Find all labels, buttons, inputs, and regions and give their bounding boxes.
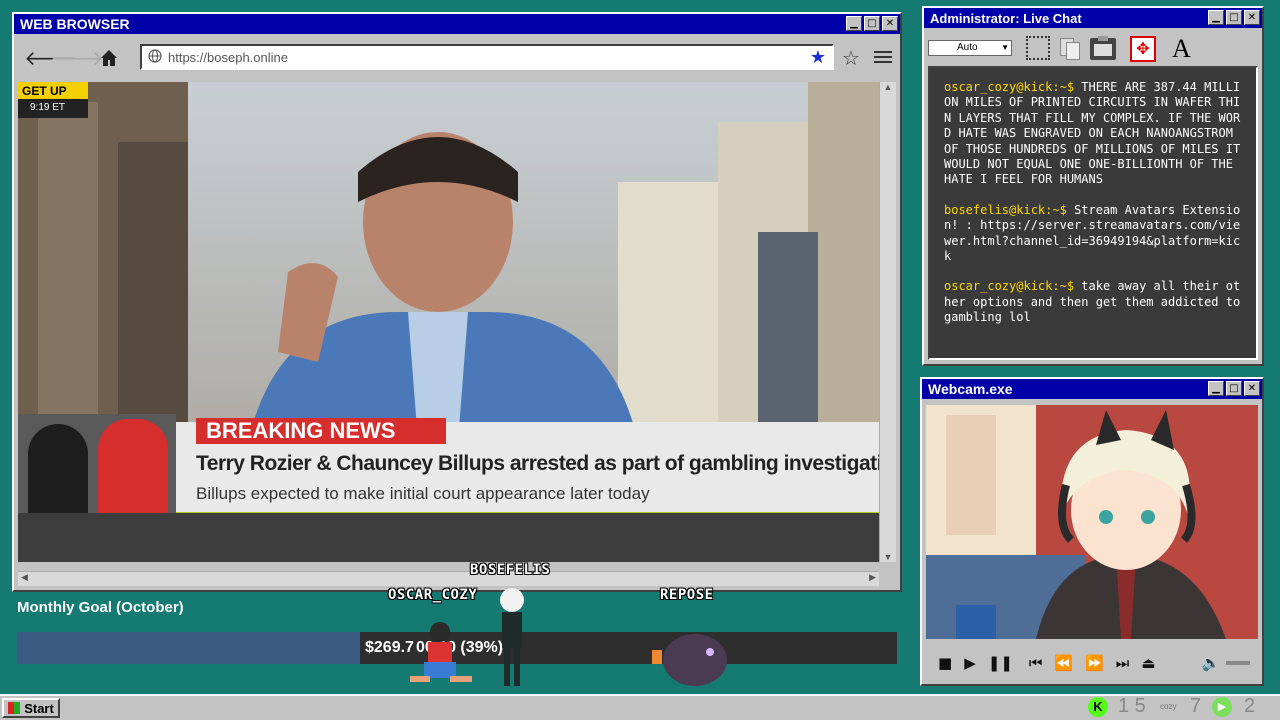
- avatar-sprite: [650, 622, 740, 692]
- viewer-count: 1 5: [1118, 695, 1146, 717]
- goal-fill: [17, 632, 361, 664]
- chat-title: Administrator: Live Chat: [930, 10, 1082, 26]
- chat-titlebar[interactable]: Administrator: Live Chat ▁ □ ✕: [924, 8, 1262, 28]
- forward-arrow-icon[interactable]: 🡒: [50, 45, 104, 71]
- show-tag: GET UP 9:19 ET: [18, 82, 88, 118]
- webcam-feed: [926, 405, 1258, 639]
- breaking-news-label: BREAKING NEWS: [206, 418, 396, 443]
- video-control-strip: [18, 513, 879, 562]
- webcam-title: Webcam.exe: [928, 381, 1013, 397]
- chat-username: oscar_cozy@kick:~$: [944, 80, 1075, 94]
- start-button[interactable]: Start: [2, 698, 60, 718]
- avatar-sprite: [492, 584, 532, 690]
- font-icon[interactable]: A: [1172, 34, 1191, 64]
- avatar-sprite: [400, 614, 480, 690]
- browser-window: WEB BROWSER ▁ □ ✕ 🡐 🡒 https://boseph.onl…: [12, 12, 902, 592]
- show-tag-label: GET UP: [22, 84, 67, 98]
- horizontal-scrollbar[interactable]: ◀ ▶: [18, 571, 879, 586]
- chat-username: bosefelis@kick:~$: [944, 202, 1067, 217]
- browser-toolbar: 🡐 🡒 https://boseph.online ★ ☆: [18, 40, 896, 76]
- url-text: https://boseph.online: [168, 49, 288, 65]
- kick-icon: K: [1088, 697, 1108, 717]
- url-bar[interactable]: https://boseph.online ★: [140, 44, 834, 70]
- play-icon[interactable]: ▶: [964, 654, 976, 672]
- chat-text: THERE ARE 387.44 MILLION MILES OF PRINTE…: [944, 80, 1241, 187]
- menu-icon[interactable]: [874, 48, 892, 66]
- windows-logo-icon: [8, 702, 21, 714]
- webcam-titlebar[interactable]: Webcam.exe ▁ □ ✕: [922, 379, 1262, 399]
- maximize-button[interactable]: □: [1226, 10, 1242, 25]
- select-icon[interactable]: [1026, 36, 1050, 60]
- browser-title: WEB BROWSER: [20, 16, 130, 32]
- start-label: Start: [24, 700, 54, 716]
- vertical-scrollbar[interactable]: ▲ ▼: [879, 82, 896, 562]
- copy-icon[interactable]: [1058, 36, 1080, 60]
- rewind-icon[interactable]: ⏪: [1054, 654, 1073, 672]
- home-icon[interactable]: [96, 45, 122, 71]
- close-button[interactable]: ✕: [882, 16, 898, 31]
- stat-value: 2: [1244, 695, 1256, 717]
- webcam-window: Webcam.exe ▁ □ ✕ ■ ▶ ❚❚ ⏮ ⏪ ⏩ ⏭ ⏏ 🔈: [920, 377, 1264, 686]
- play-circle-icon: ▶: [1212, 697, 1232, 717]
- chat-message: bosefelis@kick:~$ Stream Avatars Extensi…: [944, 203, 1242, 265]
- avatar-name: REPOSE: [660, 587, 714, 603]
- stat-label: cozy: [1160, 702, 1177, 711]
- chevron-down-icon: ▼: [1001, 43, 1009, 52]
- goal-title: Monthly Goal (October): [17, 599, 184, 616]
- browser-titlebar[interactable]: WEB BROWSER ▁ □ ✕: [14, 14, 900, 34]
- show-time: 9:19 ET: [18, 99, 88, 118]
- volume-slider[interactable]: [1226, 661, 1251, 665]
- taskbar: Start K 1 5 cozy 7 ▶ 2: [0, 694, 1280, 720]
- close-button[interactable]: ✕: [1244, 10, 1260, 25]
- close-button[interactable]: ✕: [1244, 381, 1260, 396]
- player-thumbnails: [18, 414, 176, 513]
- skip-forward-icon[interactable]: ⏭: [1116, 654, 1130, 672]
- media-controls: ■ ▶ ❚❚ ⏮ ⏪ ⏩ ⏭ ⏏ 🔈: [926, 646, 1258, 680]
- minimize-button[interactable]: ▁: [1208, 10, 1224, 25]
- chat-message: oscar_cozy@kick:~$ take away all their o…: [944, 279, 1242, 325]
- volume-icon[interactable]: 🔈: [1201, 654, 1220, 672]
- pause-icon[interactable]: ❚❚: [988, 654, 1013, 672]
- move-icon[interactable]: ✥: [1130, 36, 1156, 62]
- breaking-news-banner: BREAKING NEWS: [196, 418, 446, 444]
- stop-icon[interactable]: ■: [938, 654, 952, 672]
- globe-icon: [148, 48, 162, 66]
- stat-value: 7: [1190, 695, 1202, 717]
- bookmark-star-icon[interactable]: ☆: [842, 46, 860, 70]
- avatar-name: BOSEFELIS: [470, 562, 551, 578]
- minimize-button[interactable]: ▁: [1208, 381, 1224, 396]
- font-select[interactable]: Auto ▼: [928, 40, 1012, 56]
- skip-back-icon[interactable]: ⏮: [1029, 654, 1043, 672]
- chat-username: oscar_cozy@kick:~$: [944, 279, 1075, 294]
- chat-message: oscar_cozy@kick:~$ THERE ARE 387.44 MILL…: [944, 80, 1242, 188]
- maximize-button[interactable]: □: [1226, 381, 1242, 396]
- paste-icon[interactable]: [1090, 36, 1116, 60]
- font-select-value: Auto: [957, 42, 978, 53]
- minimize-button[interactable]: ▁: [846, 16, 862, 31]
- subheadline: Billups expected to make initial court a…: [196, 484, 650, 503]
- eject-icon[interactable]: ⏏: [1141, 654, 1155, 672]
- bookmark-star-filled-icon[interactable]: ★: [810, 47, 826, 68]
- maximize-button[interactable]: □: [864, 16, 880, 31]
- chat-window: Administrator: Live Chat ▁ □ ✕ Auto ▼ ✥ …: [922, 6, 1264, 366]
- avatar-name: OSCAR_COZY: [388, 587, 478, 603]
- headline: Terry Rozier & Chauncey Billups arrested…: [196, 452, 879, 475]
- chat-log: oscar_cozy@kick:~$ THERE ARE 387.44 MILL…: [928, 66, 1258, 360]
- video-player[interactable]: GET UP 9:19 ET BREAKING NEWS Terry Rozie…: [18, 82, 879, 513]
- fast-forward-icon[interactable]: ⏩: [1085, 654, 1104, 672]
